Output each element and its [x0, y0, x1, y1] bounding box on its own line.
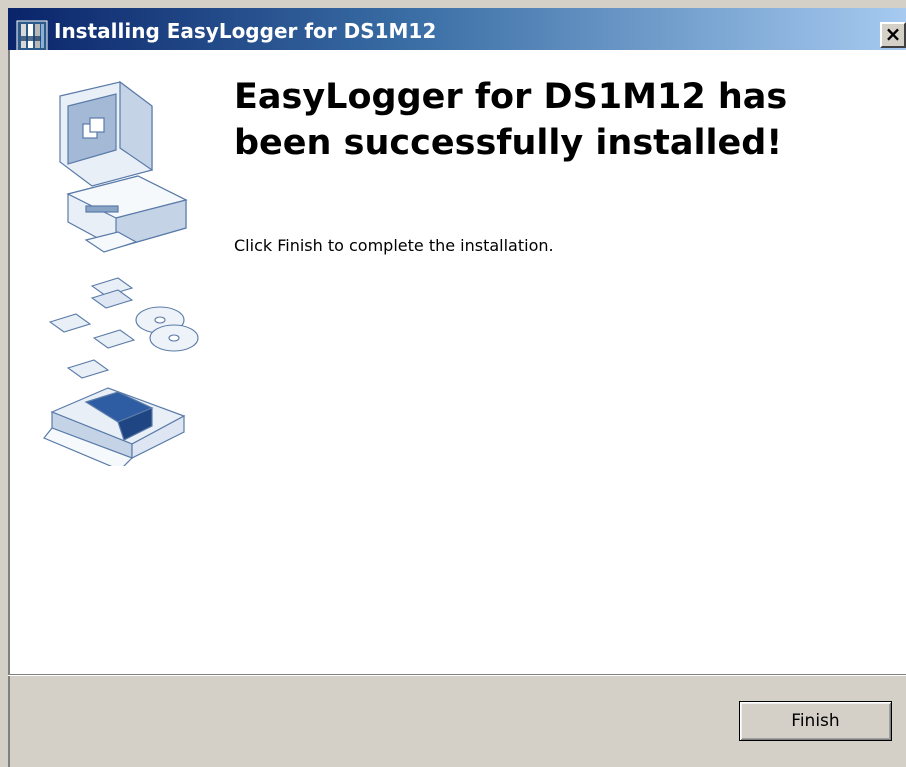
instruction-text: Click Finish to complete the installatio…	[234, 236, 554, 255]
title-bar[interactable]: Installing EasyLogger for DS1M12 ×	[8, 8, 906, 52]
cd-discs-icon	[135, 306, 199, 352]
close-button[interactable]: ×	[880, 22, 906, 48]
content-panel: EasyLogger for DS1M12 has been successfu…	[8, 50, 906, 674]
finish-button[interactable]: Finish	[739, 701, 892, 741]
installer-window: Installing EasyLogger for DS1M12 × EasyL…	[0, 0, 906, 767]
monitor-icon	[59, 80, 188, 253]
installer-icon	[16, 20, 48, 52]
software-box-icon	[43, 387, 186, 466]
window-title: Installing EasyLogger for DS1M12	[54, 19, 437, 43]
button-bar: Finish	[8, 676, 906, 767]
page-title: EasyLogger for DS1M12 has been successfu…	[234, 77, 788, 163]
floppy-disks-icon	[48, 277, 136, 379]
computer-setup-illustration	[43, 80, 199, 466]
